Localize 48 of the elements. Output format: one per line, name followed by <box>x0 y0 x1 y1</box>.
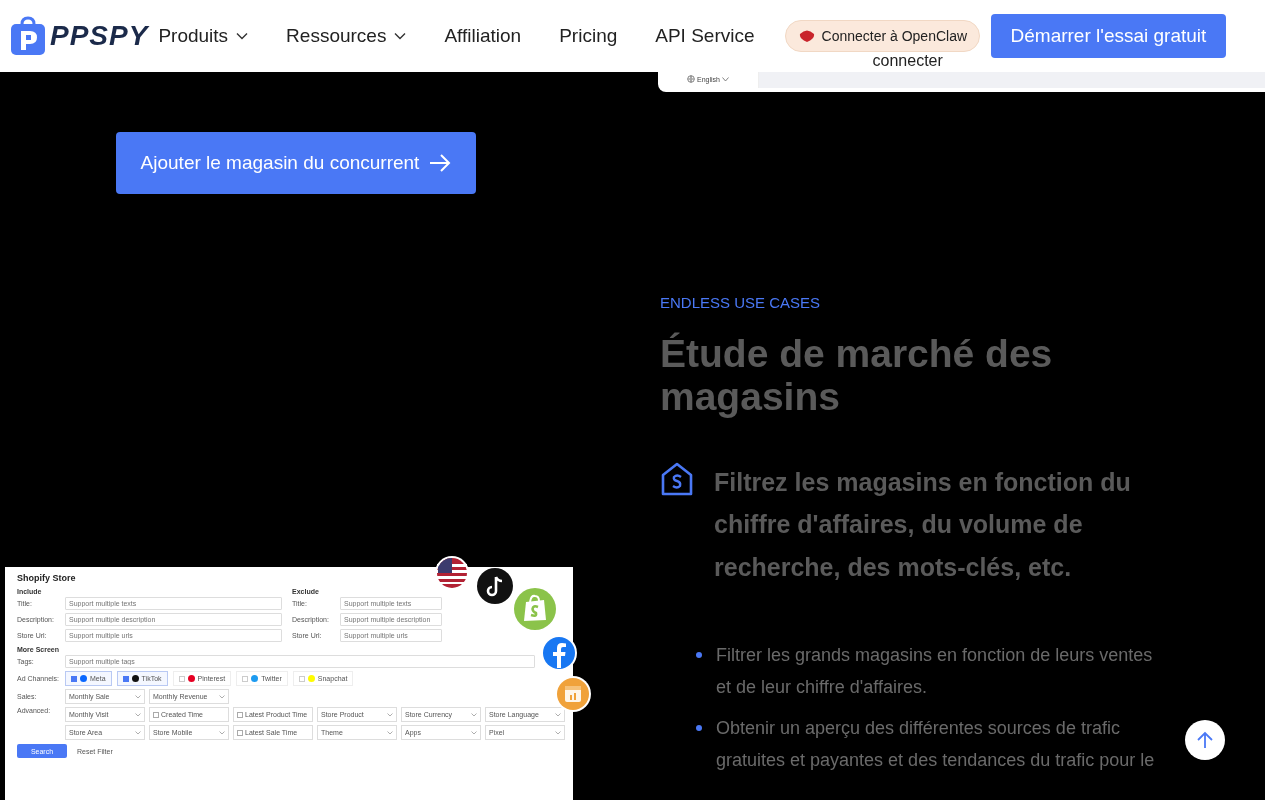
chevron-down-icon <box>219 730 225 735</box>
scroll-top-button[interactable] <box>1185 720 1225 760</box>
chevron-down-icon <box>135 730 141 735</box>
login-link[interactable]: connecter <box>872 52 943 70</box>
nav-link[interactable]: Ressources <box>286 25 407 47</box>
chevron-down-icon <box>387 730 393 735</box>
globe-icon <box>687 75 695 83</box>
bullet-icon <box>696 725 702 732</box>
chevron-down-icon <box>135 712 141 717</box>
checkbox[interactable] <box>71 675 77 682</box>
section-eyebrow: ENDLESS USE CASES <box>660 294 822 311</box>
bullet-icon <box>696 652 702 659</box>
checkbox[interactable] <box>178 675 185 682</box>
calendar-icon <box>153 711 159 718</box>
bullet-text: Filtrer les grands magasins en fonction de leurs ventes et de leur chiffre d'affaires. <box>716 644 1154 699</box>
chevron-down-icon <box>471 730 477 735</box>
chevron-down-icon <box>236 32 249 40</box>
arrow-up-icon <box>1197 731 1213 749</box>
openclaw-button[interactable]: Connecter à OpenClaw <box>784 20 981 52</box>
bullet-text: Obtenir un aperçu des différentes sources de trafic gratuites et payantes et des tendances du trafic pour le <box>716 717 1156 772</box>
shopping-bag-logo-icon <box>10 16 46 56</box>
calendar-icon <box>237 711 243 718</box>
add-competitor-button[interactable]: Ajouter le magasin du concurrent <box>116 132 476 194</box>
chevron-down-icon <box>722 76 729 82</box>
chevron-down-icon <box>135 694 141 699</box>
chevron-down-icon <box>555 712 561 717</box>
panel-title: Shopify Store <box>17 573 76 583</box>
free-trial-button[interactable]: Démarrer l'essai gratuit <box>990 14 1227 58</box>
chevron-down-icon <box>219 694 225 699</box>
arrow-right-icon <box>429 154 452 172</box>
brand-name[interactable]: PPSPY <box>50 20 149 52</box>
chevron-down-icon <box>387 712 393 717</box>
store-icon <box>660 460 694 497</box>
nav-link[interactable]: Affiliation <box>444 25 522 47</box>
section-title: Étude de marché des magasins <box>660 333 1054 419</box>
nav-link[interactable]: API Service <box>655 25 755 47</box>
checkbox[interactable] <box>298 675 305 682</box>
chevron-down-icon <box>394 32 407 40</box>
checkbox[interactable] <box>242 675 249 682</box>
nav-link[interactable]: Produits <box>158 25 249 47</box>
feature-heading: Filtrez les magasins en fonction du chiffre d'affaires, du volume de recherche, des mots-clés, etc. <box>714 466 1132 583</box>
calendar-icon <box>237 729 243 736</box>
lobster-icon <box>797 29 816 43</box>
shopping-bag-icon <box>512 586 558 632</box>
nav-link[interactable]: Pricing <box>559 25 618 47</box>
chevron-down-icon <box>471 712 477 717</box>
checkbox[interactable] <box>122 675 129 682</box>
chevron-down-icon <box>555 730 561 735</box>
